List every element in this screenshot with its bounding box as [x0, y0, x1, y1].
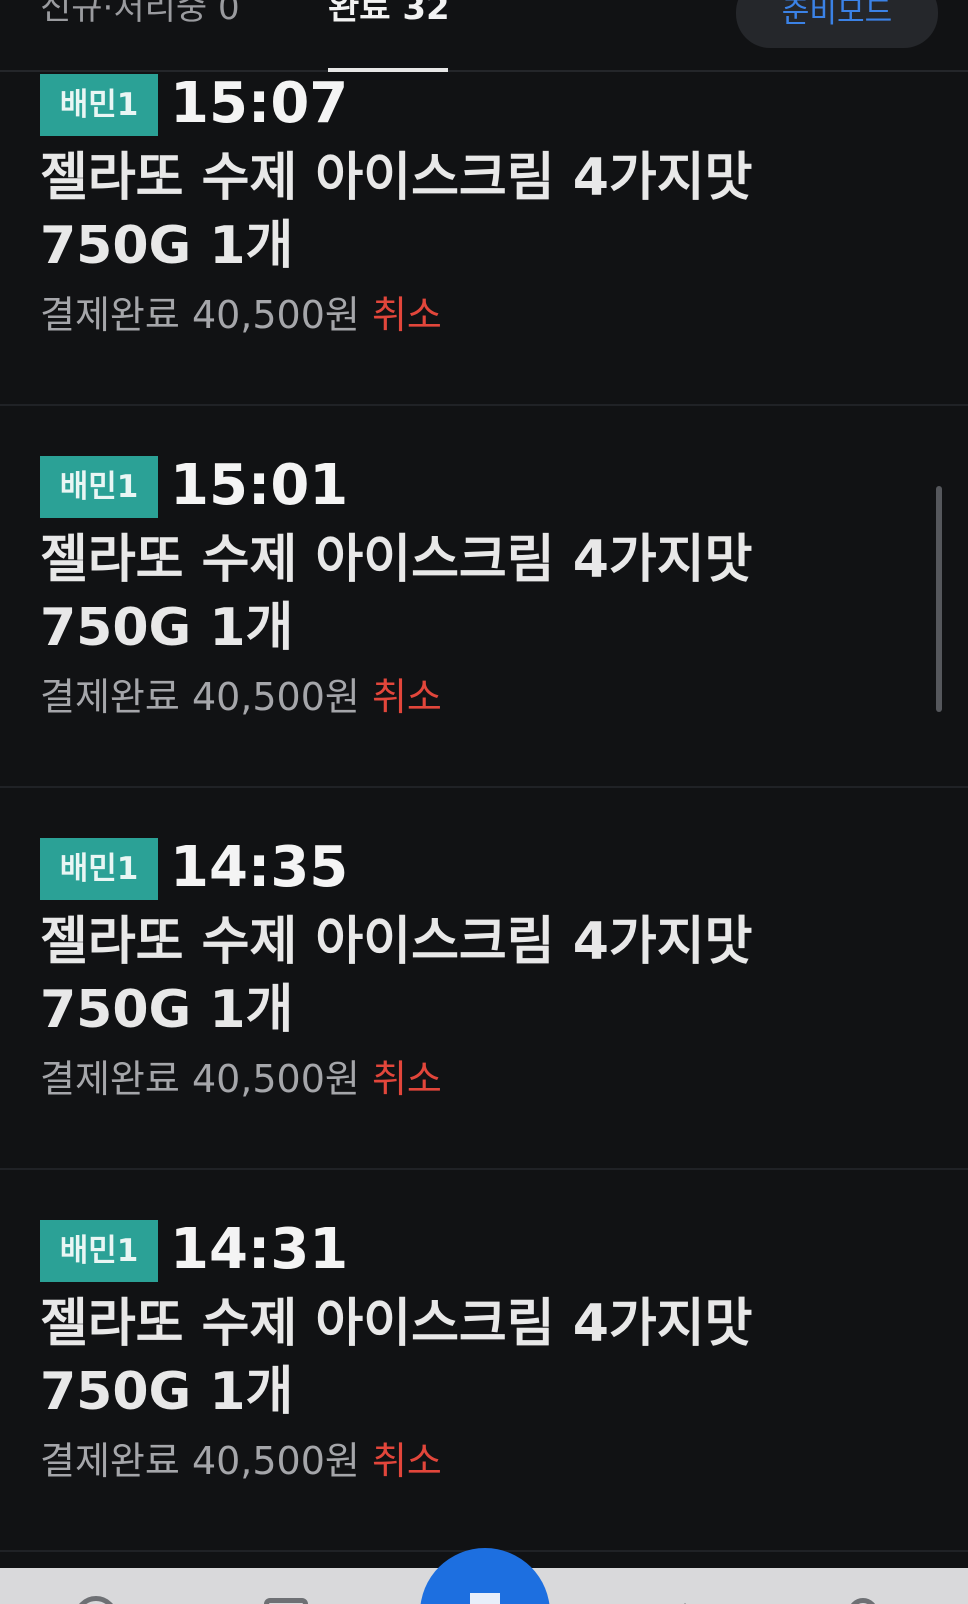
order-meta: 결제완료 40,500원 취소 [40, 1436, 442, 1486]
payment-status: 결제완료 [40, 293, 180, 337]
order-meta: 결제완료 40,500원 취소 [40, 290, 442, 340]
order-card[interactable]: 배민1 14:31 젤라또 수제 아이스크림 4가지맛 750G 1개 결제완료… [0, 1170, 968, 1552]
channel-badge: 배민1 [40, 838, 158, 900]
order-item: 젤라또 수제 아이스크림 4가지맛 750G 1개 [40, 912, 753, 1040]
order-time: 15:07 [170, 71, 349, 136]
order-price: 40,500원 [191, 1439, 360, 1483]
channel-badge: 배민1 [40, 74, 158, 136]
order-tab-bar: 신규·처리중 0 완료 32 준비모드 [0, 0, 968, 72]
order-list-icon [470, 1593, 500, 1604]
order-card[interactable]: 배민1 15:07 젤라또 수제 아이스크림 4가지맛 750G 1개 결제완료… [0, 71, 968, 406]
cancel-label: 취소 [371, 1439, 442, 1483]
order-card[interactable]: 배민1 14:35 젤라또 수제 아이스크림 4가지맛 750G 1개 결제완료… [0, 788, 968, 1170]
orders-icon[interactable] [264, 1598, 308, 1604]
user-icon[interactable] [848, 1598, 878, 1604]
channel-badge: 배민1 [40, 456, 158, 518]
tab-new-processing[interactable]: 신규·처리중 0 [40, 0, 240, 30]
order-item: 젤라또 수제 아이스크림 4가지맛 750G 1개 [40, 530, 753, 658]
order-list-button[interactable] [420, 1548, 550, 1604]
tab-completed[interactable]: 완료 32 [328, 0, 450, 30]
payment-status: 결제완료 [40, 1057, 180, 1101]
cancel-label: 취소 [371, 675, 442, 719]
order-price: 40,500원 [191, 1057, 360, 1101]
order-time: 15:01 [170, 453, 349, 518]
order-time: 14:35 [170, 835, 349, 900]
order-card[interactable]: 배민1 15:01 젤라또 수제 아이스크림 4가지맛 750G 1개 결제완료… [0, 406, 968, 788]
order-item: 젤라또 수제 아이스크림 4가지맛 750G 1개 [40, 148, 753, 276]
orders-screen: 신규·처리중 0 완료 32 준비모드 배민1 15:07 젤라또 수제 아이스… [0, 0, 968, 1604]
order-item: 젤라또 수제 아이스크림 4가지맛 750G 1개 [40, 1294, 753, 1422]
scrollbar[interactable] [936, 486, 942, 712]
payment-status: 결제완료 [40, 675, 180, 719]
prep-mode-button[interactable]: 준비모드 [736, 0, 938, 48]
order-meta: 결제완료 40,500원 취소 [40, 672, 442, 722]
channel-badge: 배민1 [40, 1220, 158, 1282]
order-meta: 결제완료 40,500원 취소 [40, 1054, 442, 1104]
order-price: 40,500원 [191, 675, 360, 719]
order-price: 40,500원 [191, 293, 360, 337]
order-list: 배민1 15:07 젤라또 수제 아이스크림 4가지맛 750G 1개 결제완료… [0, 71, 968, 1552]
payment-status: 결제완료 [40, 1439, 180, 1483]
home-icon[interactable] [74, 1596, 118, 1604]
cancel-label: 취소 [371, 1057, 442, 1101]
cancel-label: 취소 [371, 293, 442, 337]
order-time: 14:31 [170, 1217, 349, 1282]
